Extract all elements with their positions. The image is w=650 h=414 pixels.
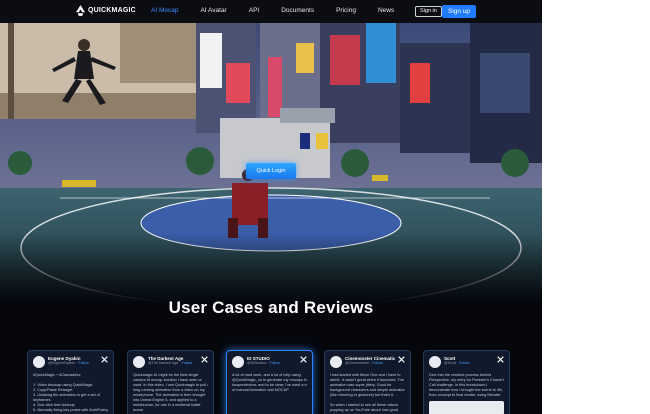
x-logo-icon[interactable] bbox=[497, 356, 504, 363]
avatar bbox=[330, 356, 342, 368]
review-media-thumbnail[interactable] bbox=[429, 401, 504, 414]
brand-logo[interactable]: QUICKMAGIC bbox=[76, 5, 136, 16]
follow-link[interactable]: Follow bbox=[182, 361, 192, 365]
nav-link-pricing[interactable]: Pricing bbox=[336, 7, 356, 14]
mocap-video-thumbnail[interactable] bbox=[0, 23, 196, 119]
review-card-the-darkest-age[interactable]: The Darkest Age @The Darkest Age · Follo… bbox=[127, 350, 214, 414]
follow-link[interactable]: Follow bbox=[372, 361, 382, 365]
review-author-handle: @The Darkest Age bbox=[148, 361, 179, 365]
quick-login-button[interactable]: Quick Login bbox=[246, 163, 296, 179]
review-author-handle: @EugeneDyabin bbox=[48, 361, 76, 365]
nav-link-news[interactable]: News bbox=[378, 7, 394, 14]
nav-link-ai-mocap[interactable]: AI Mocap bbox=[151, 7, 178, 14]
follow-link[interactable]: Follow bbox=[78, 361, 88, 365]
review-cards: Eugene Dyabin @EugeneDyabin · Follow #Qu… bbox=[27, 350, 517, 414]
x-logo-icon[interactable] bbox=[398, 356, 405, 363]
logo-text: QUICKMAGIC bbox=[88, 7, 136, 14]
review-text: Quickmagic AI might be the best single c… bbox=[133, 373, 208, 412]
review-text: I had started with Move One and I have t… bbox=[330, 373, 405, 412]
sign-in-button[interactable]: Sign in bbox=[415, 6, 442, 17]
x-logo-icon[interactable] bbox=[201, 356, 208, 363]
avatar bbox=[133, 356, 145, 368]
nav-link-documents[interactable]: Documents bbox=[281, 7, 314, 14]
avatar bbox=[429, 356, 441, 368]
nav-link-api[interactable]: API bbox=[249, 7, 259, 14]
sign-up-button[interactable]: Sign up bbox=[442, 5, 477, 18]
follow-link[interactable]: Follow bbox=[459, 361, 469, 365]
x-logo-icon[interactable] bbox=[300, 356, 307, 363]
review-card-id-studio[interactable]: ID STUDIO @IDStudios · Follow A lot of h… bbox=[226, 350, 313, 414]
nav-links: AI Mocap AI Avatar API Documents Pricing… bbox=[151, 7, 416, 14]
section-title: User Cases and Reviews bbox=[168, 298, 374, 317]
review-card-scott[interactable]: Scott @Scott · Follow Dive into the crea… bbox=[423, 350, 510, 414]
review-card-eugene-dyabin[interactable]: Eugene Dyabin @EugeneDyabin · Follow #Qu… bbox=[27, 350, 114, 414]
review-text: A lot of hard work, and a lot of help us… bbox=[232, 373, 307, 392]
nav-link-ai-avatar[interactable]: AI Avatar bbox=[200, 7, 226, 14]
avatar bbox=[33, 356, 45, 368]
avatar bbox=[232, 356, 244, 368]
logo-icon bbox=[76, 5, 85, 16]
review-text: #QuickMagic + #CascadeIur 1. Video #moca… bbox=[33, 373, 108, 412]
review-author-handle: @Scott bbox=[444, 361, 456, 365]
dancer-figure bbox=[0, 23, 196, 119]
review-author-handle: @IDStudios bbox=[247, 361, 267, 365]
review-author-handle: @Cinemonster bbox=[345, 361, 370, 365]
follow-link[interactable]: Follow bbox=[269, 361, 279, 365]
x-logo-icon[interactable] bbox=[101, 356, 108, 363]
hero-scene: Quick Login bbox=[0, 23, 542, 303]
review-card-cinemonster-cinematics[interactable]: Cinemonster Cinematics @Cinemonster · Fo… bbox=[324, 350, 411, 414]
review-text: Dive into the creative process behind Pe… bbox=[429, 373, 504, 397]
page: QUICKMAGIC AI Mocap AI Avatar API Docume… bbox=[0, 0, 542, 414]
top-nav: QUICKMAGIC AI Mocap AI Avatar API Docume… bbox=[0, 0, 542, 23]
